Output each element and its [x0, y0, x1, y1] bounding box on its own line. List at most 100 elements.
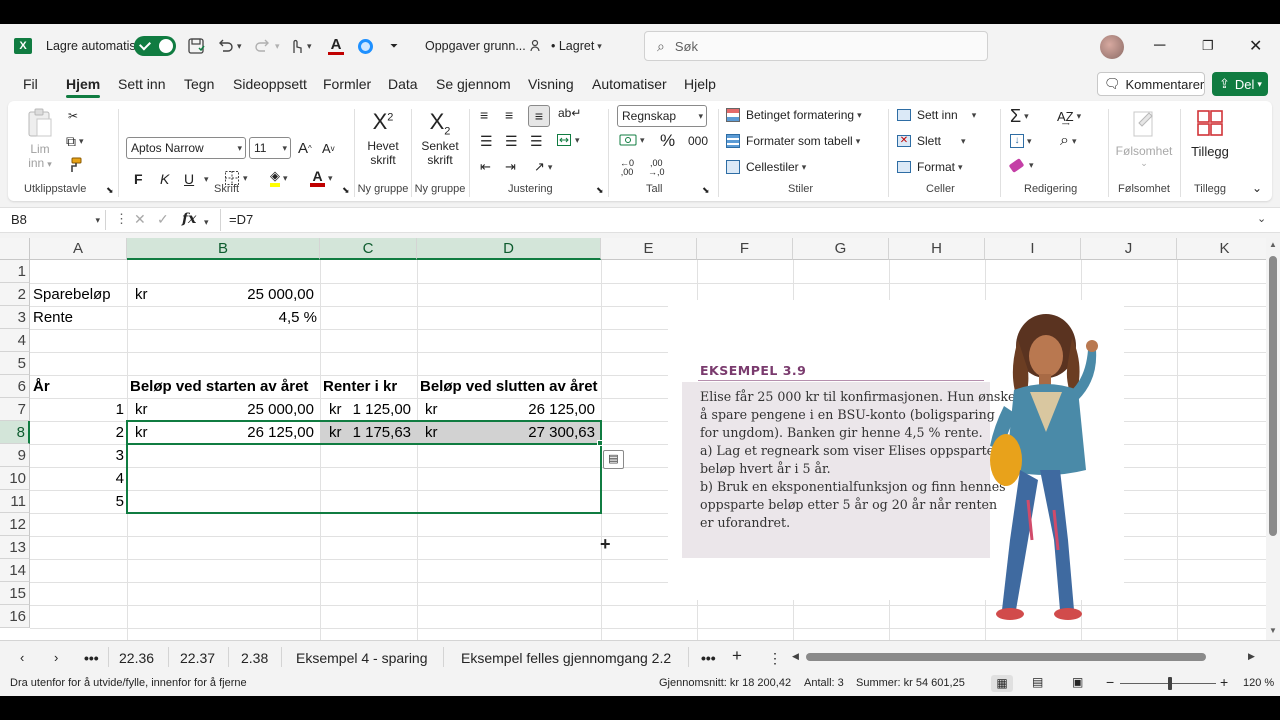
zoom-level[interactable]: 120 % [1243, 677, 1274, 689]
sheet-options-icon[interactable]: ⋮ [768, 650, 782, 667]
alignment-launcher-icon[interactable]: ⬊ [596, 185, 604, 196]
cut-icon[interactable]: ✂ [68, 109, 78, 123]
fill-icon[interactable]: ↓ ▾ [1010, 134, 1032, 148]
row-header-2[interactable]: 2 [0, 283, 30, 306]
cell-b2[interactable]: 25 000,00 [127, 283, 317, 306]
scroll-tabs-right-icon[interactable]: › [54, 650, 58, 665]
customize-toolbar-icon[interactable]: ⏷ [390, 35, 398, 57]
vertical-scrollbar[interactable]: ▲ ▼ [1266, 238, 1280, 640]
save-icon[interactable] [187, 35, 205, 57]
horizontal-scrollbar[interactable]: ◀ ▶ [790, 649, 1260, 665]
underline-dropdown-icon[interactable]: ▾ [201, 174, 209, 185]
collapse-ribbon-icon[interactable]: ⌄ [1252, 181, 1262, 195]
cell-a9[interactable]: 3 [30, 444, 127, 467]
close-icon[interactable]: ✕ [1249, 35, 1262, 57]
zoom-slider-thumb[interactable] [1168, 677, 1172, 690]
cell-c7[interactable]: 1 125,00 [320, 398, 414, 421]
sheet-tab-eksempel-felles[interactable]: Eksempel felles gjennomgang 2.2 [461, 650, 671, 666]
row-header-1[interactable]: 1 [0, 260, 30, 283]
row-header-11[interactable]: 11 [0, 490, 30, 513]
format-as-table-button[interactable]: Formater som tabell ▾ [726, 134, 860, 148]
tab-formulas[interactable]: Formler [323, 76, 371, 92]
cell-a2[interactable]: Sparebeløp [30, 283, 114, 306]
redo-icon[interactable]: ▾ [254, 35, 280, 57]
font-color-button-icon[interactable]: A ▾ [310, 169, 333, 187]
tab-page-layout[interactable]: Sideoppsett [233, 76, 307, 92]
tab-view[interactable]: Visning [528, 76, 574, 92]
format-painter-icon[interactable] [67, 157, 83, 173]
zoom-in-icon[interactable]: + [1220, 674, 1228, 690]
vertical-scroll-thumb[interactable] [1269, 256, 1277, 536]
scroll-down-icon[interactable]: ▼ [1269, 626, 1277, 635]
row-header-15[interactable]: 15 [0, 582, 30, 605]
row-header-12[interactable]: 12 [0, 513, 30, 536]
clear-icon[interactable]: ▾ [1008, 158, 1034, 173]
status-count[interactable]: Antall: 3 [804, 677, 844, 689]
increase-font-icon[interactable]: A ^ [298, 140, 312, 157]
sheet-tab-22-37[interactable]: 22.37 [180, 650, 215, 666]
copy-icon[interactable]: ⧉ ▾ [66, 133, 84, 150]
font-color-icon[interactable]: A [328, 35, 344, 57]
align-left-icon[interactable]: ☰ [480, 133, 493, 150]
function-dropdown-icon[interactable]: ▾ [201, 214, 209, 228]
paste-button[interactable]: Lim inn ▾ [24, 107, 56, 175]
cell-d7[interactable]: 26 125,00 [417, 398, 598, 421]
align-top-icon[interactable]: ≡ [480, 107, 488, 123]
column-header-j[interactable]: J [1081, 238, 1177, 260]
clipboard-launcher-icon[interactable]: ⬊ [106, 185, 114, 196]
conditional-formatting-button[interactable]: Betinget formatering ▾ [726, 108, 862, 122]
expand-formula-icon[interactable]: ⌄ [1257, 212, 1266, 225]
column-header-i[interactable]: I [985, 238, 1081, 260]
row-header-9[interactable]: 9 [0, 444, 30, 467]
subscript-button[interactable]: X2 Senket skrift [418, 109, 462, 167]
currency-icon[interactable]: ▾ [619, 133, 645, 147]
fill-handle[interactable] [597, 440, 603, 446]
tab-data[interactable]: Data [388, 76, 418, 92]
column-header-a[interactable]: A [30, 238, 127, 260]
format-cells-button[interactable]: Format ▾ [897, 160, 963, 174]
page-layout-view-icon[interactable]: ▤ [1032, 675, 1043, 689]
column-header-k[interactable]: K [1177, 238, 1266, 260]
saved-status[interactable]: • Lagret ▾ [551, 35, 602, 57]
font-size-select[interactable]: 11 ▾ [249, 137, 291, 159]
column-header-e[interactable]: E [601, 238, 697, 260]
scroll-tabs-left-icon[interactable]: ‹ [20, 650, 24, 665]
italic-button[interactable]: K [160, 171, 169, 187]
row-header-6[interactable]: 6 [0, 375, 30, 398]
wrap-text-icon[interactable]: ab↵ [558, 106, 581, 120]
decrease-indent-icon[interactable]: ⇤ [480, 159, 491, 175]
tab-home[interactable]: Hjem [66, 76, 101, 98]
restore-icon[interactable]: ❐ [1202, 35, 1214, 57]
column-header-f[interactable]: F [697, 238, 793, 260]
insert-cells-button[interactable]: Sett inn ▾ [897, 108, 976, 122]
align-bottom-icon[interactable]: ≡ [528, 105, 550, 127]
tab-file[interactable]: Fil [23, 76, 38, 92]
percent-button[interactable]: % [660, 131, 675, 151]
autosave-toggle[interactable] [134, 35, 176, 57]
comments-button[interactable]: 🗨 Kommentarer [1097, 72, 1205, 96]
search-box[interactable]: ⌕ Søk [644, 31, 988, 61]
undo-icon[interactable]: ▾ [216, 35, 242, 57]
addins-button[interactable]: Tillegg [1186, 109, 1234, 159]
cell-a8[interactable]: 2 [30, 421, 127, 444]
column-header-g[interactable]: G [793, 238, 889, 260]
cell-b7[interactable]: 25 000,00 [127, 398, 317, 421]
touch-mode-icon[interactable]: ▾ [288, 35, 312, 57]
fill-color-icon[interactable]: ◈ ▾ [270, 169, 288, 187]
row-header-14[interactable]: 14 [0, 559, 30, 582]
textbook-example-image[interactable]: EKSEMPEL 3.9 Elise får 25 000 kr til kon… [668, 300, 1124, 620]
merge-center-icon[interactable]: ▾ [556, 132, 580, 148]
quick-analysis-icon[interactable]: ▤ [603, 450, 624, 469]
zoom-out-icon[interactable]: − [1106, 674, 1114, 690]
font-launcher-icon[interactable]: ⬊ [342, 185, 350, 196]
sensitivity-button[interactable]: Følsomhet ⌄ [1112, 109, 1176, 169]
autosum-icon[interactable]: Σ ▾ [1010, 106, 1029, 127]
status-average[interactable]: Gjennomsnitt: kr 18 200,42 [659, 677, 791, 689]
decrease-decimal-icon[interactable]: ,00 →,0 [648, 159, 665, 177]
formula-input[interactable]: =D7 [220, 209, 1250, 231]
add-sheet-icon[interactable]: + [732, 646, 742, 666]
font-name-select[interactable]: Aptos Narrow ▾ [126, 137, 246, 159]
row-header-3[interactable]: 3 [0, 306, 30, 329]
increase-indent-icon[interactable]: ⇥ [505, 159, 516, 175]
sheet-tab-22-36[interactable]: 22.36 [119, 650, 154, 666]
